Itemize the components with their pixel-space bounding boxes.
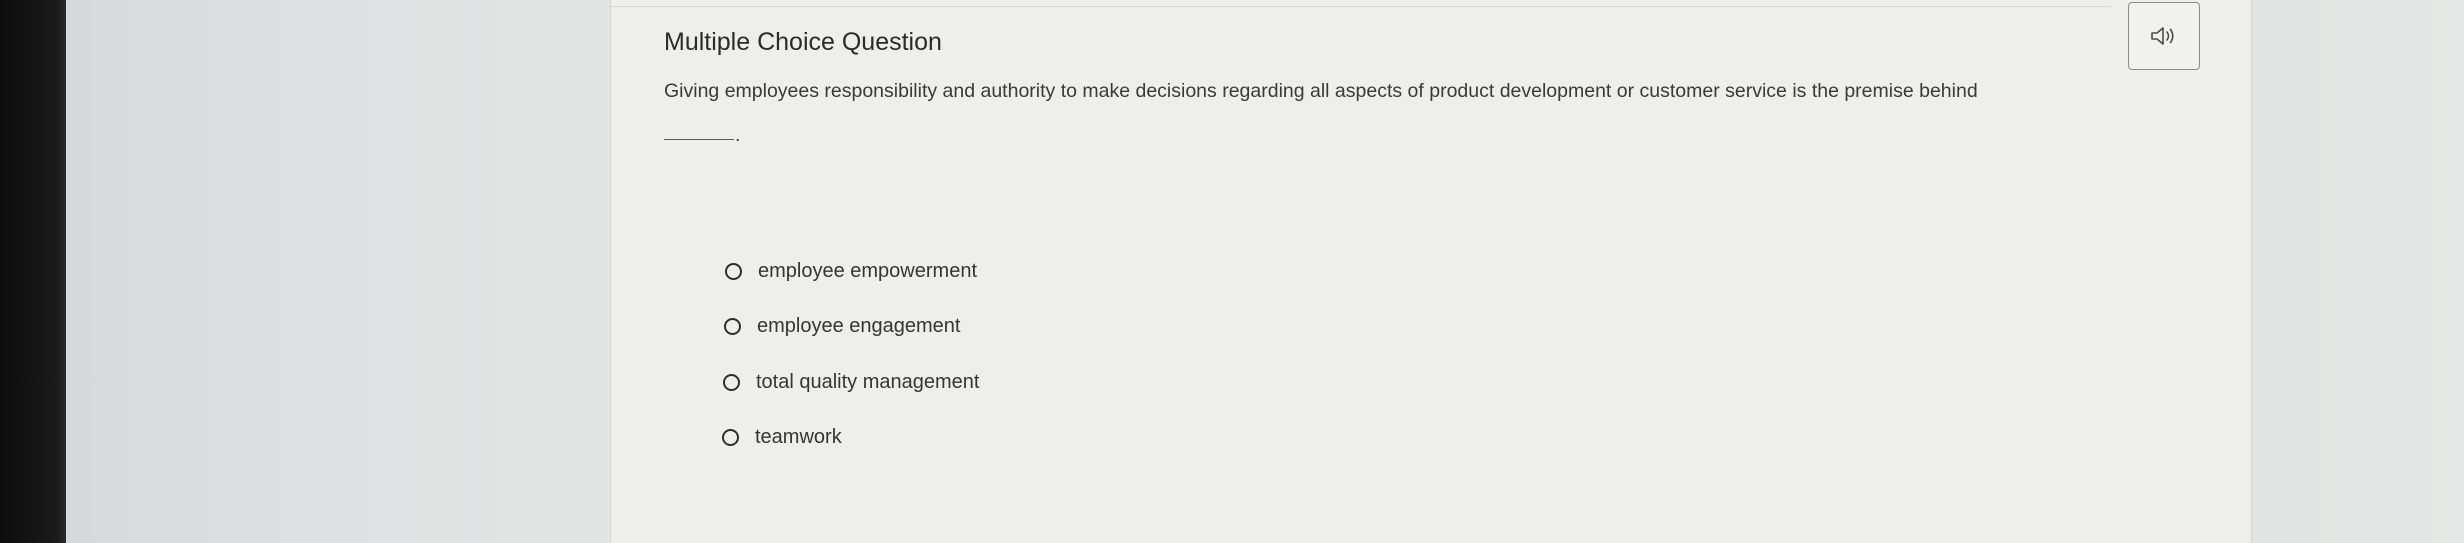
option-teamwork[interactable]: teamwork [722,426,842,449]
question-prompt: Giving employees responsibility and auth… [664,80,1978,102]
answer-blank [664,139,734,140]
option-label: teamwork [755,426,842,448]
screen-bezel [0,0,66,543]
page-left-margin [66,0,610,543]
radio-button[interactable] [722,429,739,446]
option-label: total quality management [756,371,980,393]
question-panel: Multiple Choice Question Giving employee… [610,0,2252,543]
page-right-margin [2252,0,2464,543]
question-title: Multiple Choice Question [664,28,942,56]
blank-period: . [735,124,741,146]
option-employee-empowerment[interactable]: employee empowerment [725,260,977,283]
panel-divider [611,6,2111,7]
radio-button[interactable] [725,263,742,280]
speaker-icon [2151,27,2174,45]
option-employee-engagement[interactable]: employee engagement [724,315,960,338]
radio-button[interactable] [723,374,740,391]
option-total-quality-management[interactable]: total quality management [723,371,979,394]
radio-button[interactable] [724,318,741,335]
option-label: employee engagement [757,315,961,337]
read-aloud-button[interactable] [2128,2,2200,70]
option-label: employee empowerment [758,260,977,282]
